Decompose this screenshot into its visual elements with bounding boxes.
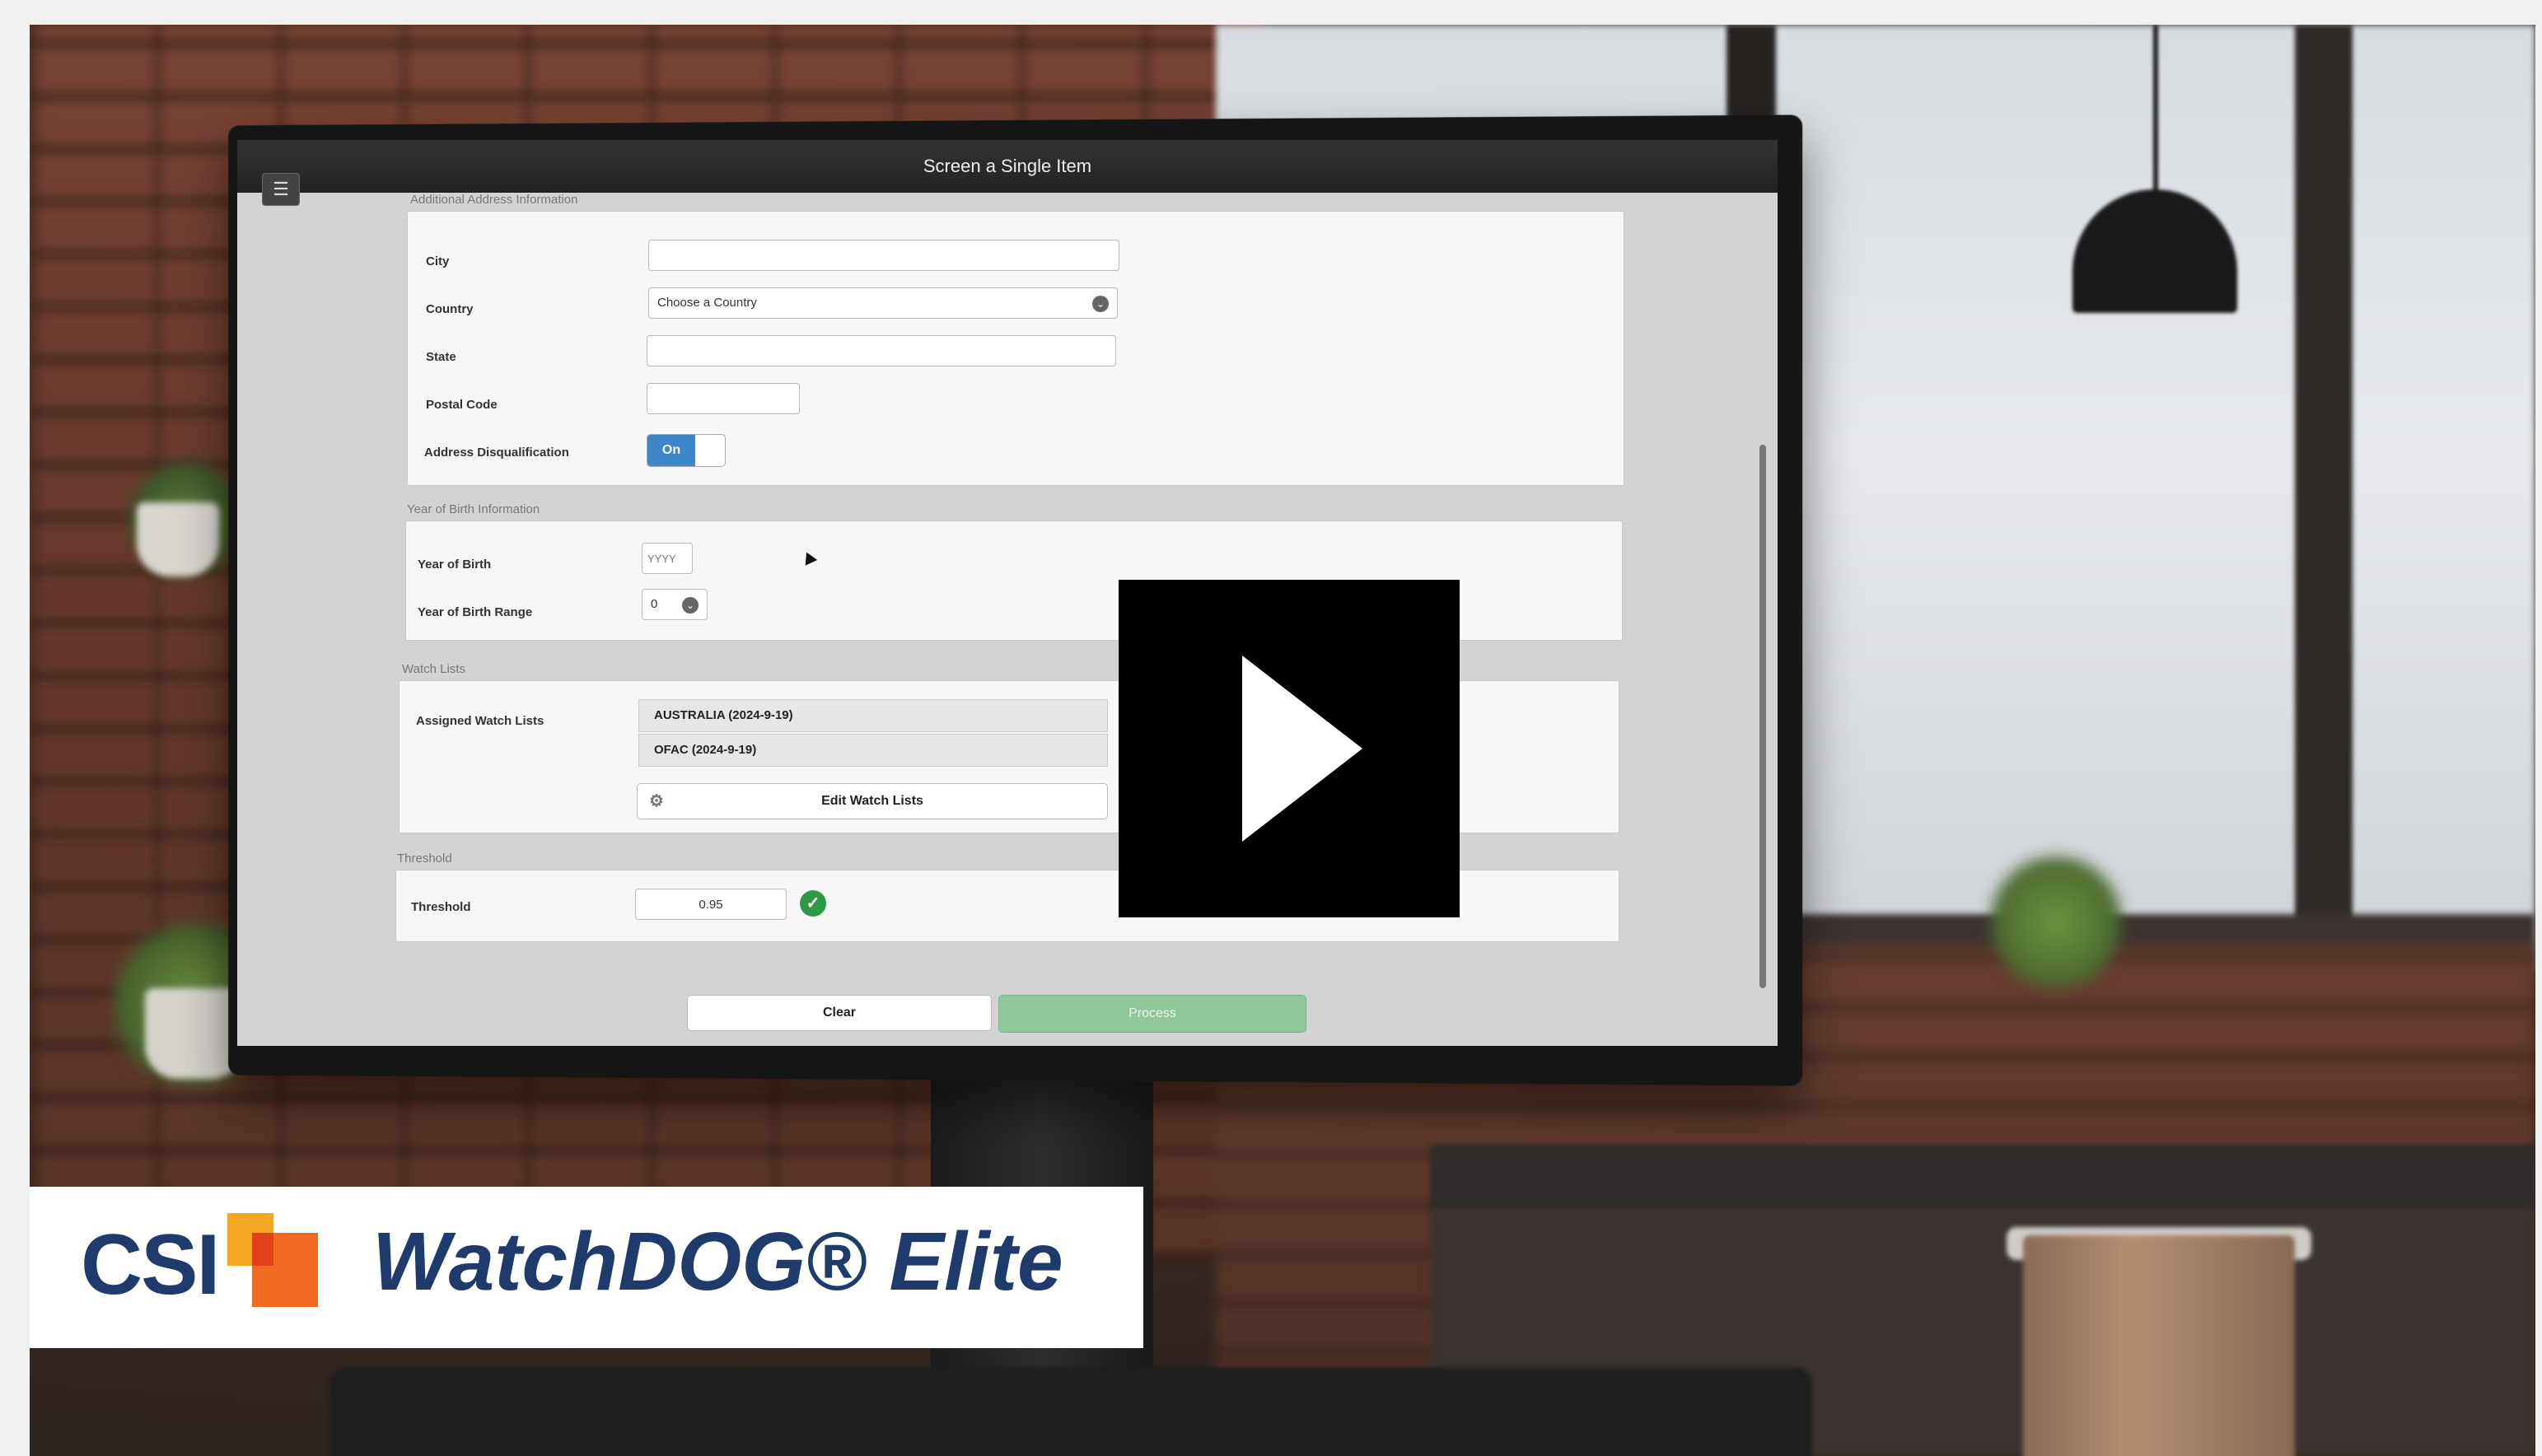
screen-form: Additional Address Information City Coun… [237,193,1778,1046]
monitor-screen: Screen a Single Item ☰ Additional Addres… [237,140,1778,1046]
scrollbar[interactable] [1759,445,1766,988]
postal-code-input[interactable] [647,383,800,414]
gear-icon: ⚙ [649,792,664,810]
city-input[interactable] [648,240,1119,271]
address-disqualification-toggle[interactable]: On [647,434,726,467]
chevron-down-icon: ⌄ [682,597,699,614]
keyboard [329,1367,1812,1456]
state-input[interactable] [647,335,1116,366]
assigned-watch-lists-label: Assigned Watch Lists [416,714,544,728]
year-of-birth-range-select[interactable]: 0 ⌄ [642,589,708,620]
window-title: Screen a Single Item [923,156,1092,176]
threshold-label: Threshold [411,900,471,914]
csi-logo-icon [227,1213,326,1312]
background-plant-pot [137,502,219,576]
section-label-threshold: Threshold [397,852,452,866]
process-button[interactable]: Process [998,995,1306,1033]
background-coffee-cup [2023,1235,2295,1456]
section-label-watch-lists: Watch Lists [402,662,465,676]
postal-code-label: Postal Code [426,398,498,412]
clear-button[interactable]: Clear [687,995,992,1031]
year-of-birth-range-value: 0 [651,597,658,611]
threshold-input[interactable] [635,889,787,920]
year-of-birth-range-label: Year of Birth Range [418,605,533,619]
edit-watch-lists-label: Edit Watch Lists [821,794,923,808]
play-button[interactable] [1119,580,1460,917]
checkmark-icon: ✓ [800,890,826,917]
state-label: State [426,350,456,364]
toggle-on-state: On [647,435,695,466]
year-of-birth-input[interactable] [642,543,693,574]
address-disqualification-label: Address Disqualification [424,446,569,460]
background-lamp-cord [2153,25,2158,198]
chevron-down-icon: ⌄ [1092,296,1109,312]
edit-watch-lists-button[interactable]: ⚙ Edit Watch Lists [637,783,1108,819]
year-of-birth-label: Year of Birth [418,558,492,572]
country-label: Country [426,302,474,316]
background-desk [1430,1145,2535,1211]
play-icon [1242,656,1362,842]
company-logo-text: CSI [81,1217,220,1313]
section-label-yob: Year of Birth Information [407,502,540,516]
watch-list-item[interactable]: AUSTRALIA (2024-9-19) [638,699,1108,732]
country-select-value: Choose a Country [657,296,757,310]
watch-list-item[interactable]: OFAC (2024-9-19) [638,734,1108,767]
background-window-frame-right [2295,25,2353,947]
country-select[interactable]: Choose a Country ⌄ [648,287,1118,319]
background-plant-right [1990,848,2122,996]
section-label-address: Additional Address Information [410,193,578,207]
product-name: WatchDOG® Elite [372,1216,1063,1308]
logo-banner: CSI WatchDOG® Elite [30,1187,1143,1348]
address-panel: City Country Choose a Country ⌄ State Po… [407,211,1624,486]
city-label: City [426,254,450,268]
window-title-bar: Screen a Single Item [237,140,1778,193]
